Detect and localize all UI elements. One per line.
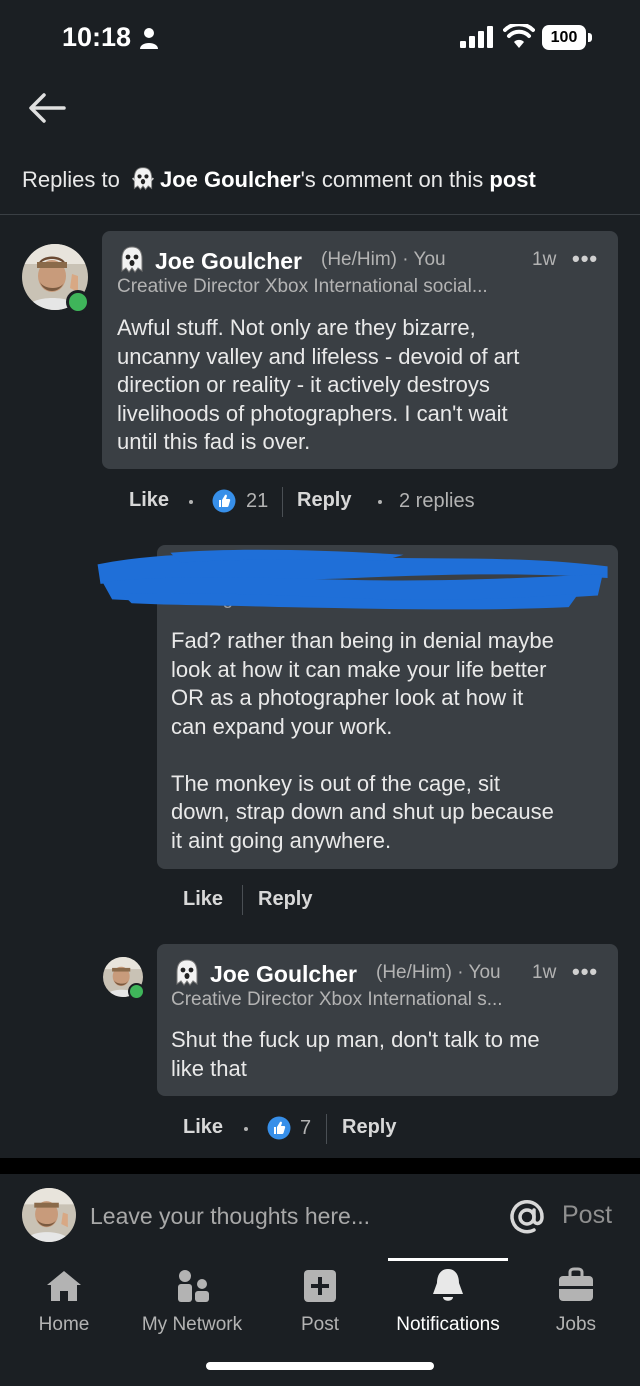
title-author-name[interactable]: Joe Goulcher <box>160 167 301 192</box>
separator-dot <box>244 1127 248 1131</box>
online-status-indicator <box>128 983 145 1000</box>
reply-text: Fad? rather than being in denial maybe l… <box>171 628 554 853</box>
reply-author[interactable]: Joe Goulcher <box>172 958 357 988</box>
like-reaction-icon[interactable] <box>267 1116 291 1140</box>
plus-box-icon <box>304 1270 336 1302</box>
more-options-icon[interactable]: ••• <box>572 246 598 272</box>
comment-text: Awful stuff. Not only are they bizarre, … <box>117 315 520 454</box>
like-button[interactable]: Like <box>183 888 223 911</box>
comment-author[interactable]: Joe Goulcher <box>117 245 302 275</box>
comment-input[interactable]: Leave your thoughts here... <box>90 1203 370 1230</box>
reply-button[interactable]: Reply <box>258 888 312 911</box>
nav-label: Post <box>300 1314 340 1335</box>
online-status-indicator <box>66 290 90 314</box>
nav-label: Home <box>38 1314 90 1335</box>
nav-home[interactable]: Home <box>0 1266 128 1336</box>
more-options-icon[interactable]: ••• <box>572 959 598 985</box>
ghost-emoji-icon <box>121 246 143 273</box>
nav-my-network[interactable]: My Network <box>128 1266 256 1336</box>
person-icon <box>140 28 158 49</box>
title-post-link[interactable]: post <box>489 167 535 192</box>
avatar <box>22 1188 76 1242</box>
author-headline: Creative Director Xbox International soc… <box>117 276 488 297</box>
back-arrow-icon[interactable] <box>26 90 68 126</box>
like-button[interactable]: Like <box>183 1116 223 1139</box>
home-icon <box>47 1271 81 1301</box>
author-pronouns: (He/Him) · You <box>321 249 446 270</box>
nav-label: My Network <box>141 1314 243 1335</box>
author-name[interactable]: Joe Goulcher <box>155 248 302 274</box>
separator-dot <box>189 500 193 504</box>
reply-timestamp: 1w <box>532 962 557 983</box>
action-divider <box>326 1114 327 1144</box>
network-icon <box>178 1270 209 1302</box>
header-divider <box>0 214 640 215</box>
status-bar: 10:18 100 <box>0 0 640 76</box>
page-title: Replies to Joe Goulcher's comment on thi… <box>22 166 536 193</box>
reply-button[interactable]: Reply <box>297 489 351 512</box>
separator-dot <box>378 500 382 504</box>
reaction-count[interactable]: 7 <box>300 1117 311 1140</box>
author-pronouns: (He/Him) · You <box>376 962 501 983</box>
author-headline: Creative Director Xbox International s..… <box>171 989 503 1010</box>
action-divider <box>242 885 243 915</box>
status-time: 10:18 <box>62 22 132 52</box>
redaction-scribble <box>97 549 608 610</box>
battery-icon: 100 <box>542 25 592 50</box>
active-tab-indicator <box>388 1258 508 1261</box>
replies-count-link[interactable]: 2 replies <box>399 490 475 513</box>
nav-notifications[interactable]: Notifications <box>384 1266 512 1336</box>
bell-icon <box>433 1269 463 1301</box>
title-suffix: 's comment on this <box>300 167 484 192</box>
ghost-emoji-icon <box>131 167 154 191</box>
nav-post[interactable]: Post <box>256 1266 384 1336</box>
author-name[interactable]: Joe Goulcher <box>210 961 357 987</box>
comment-timestamp: 1w <box>532 249 557 270</box>
title-prefix: Replies to <box>22 167 120 192</box>
reply-text: Shut the fuck up man, don't talk to me l… <box>171 1027 540 1081</box>
reaction-count[interactable]: 21 <box>246 490 268 513</box>
nav-jobs[interactable]: Jobs <box>512 1266 640 1336</box>
mention-at-icon[interactable] <box>508 1198 546 1236</box>
like-button[interactable]: Like <box>129 489 169 512</box>
reply-button[interactable]: Reply <box>342 1116 396 1139</box>
action-divider <box>282 487 283 517</box>
composer-divider <box>0 1158 640 1174</box>
post-button[interactable]: Post <box>562 1201 612 1230</box>
ghost-emoji-icon <box>176 959 198 986</box>
like-reaction-icon[interactable] <box>212 489 236 513</box>
wifi-icon <box>503 24 535 48</box>
briefcase-icon <box>559 1267 593 1301</box>
nav-label: Notifications <box>396 1314 500 1335</box>
home-indicator[interactable] <box>206 1362 434 1370</box>
cellular-signal-icon <box>460 26 493 48</box>
nav-label: Jobs <box>555 1314 597 1335</box>
battery-level: 100 <box>542 25 586 50</box>
